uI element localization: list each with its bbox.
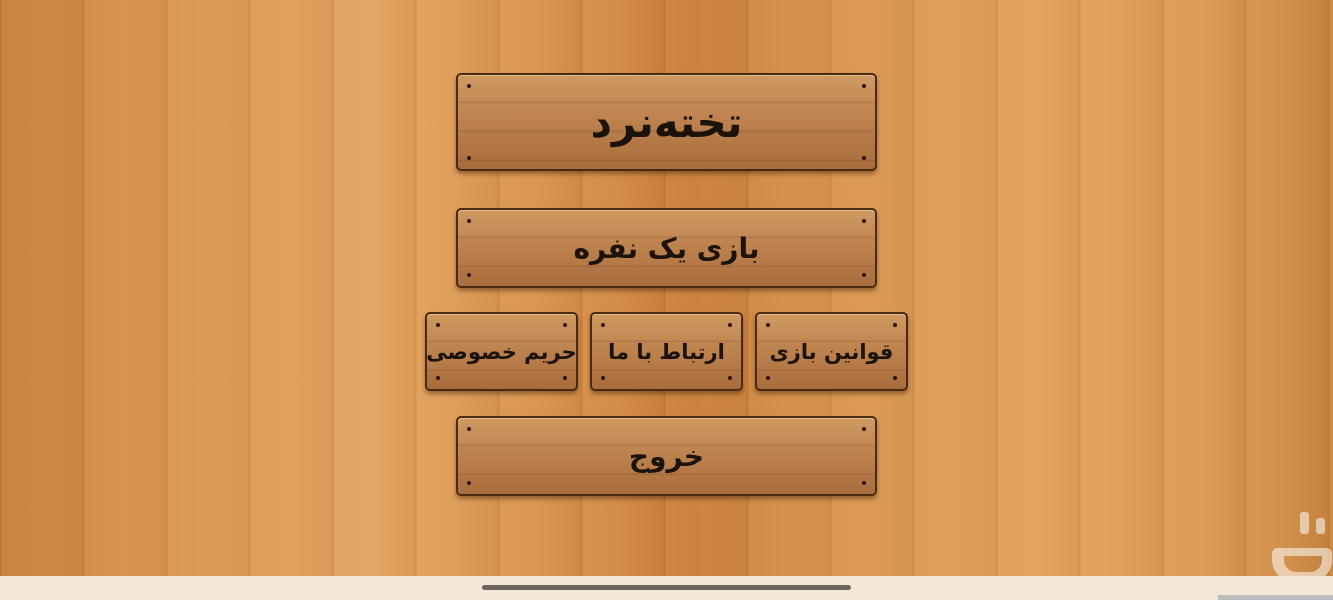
game-rules-label: قوانین بازی xyxy=(769,339,894,364)
nail-icon xyxy=(601,323,605,327)
nail-icon xyxy=(467,273,471,277)
nail-icon xyxy=(467,481,471,485)
exit-button[interactable]: خروج xyxy=(456,416,877,496)
nail-icon xyxy=(436,323,440,327)
nail-icon xyxy=(766,376,770,380)
nail-icon xyxy=(728,376,732,380)
nail-icon xyxy=(563,323,567,327)
nail-icon xyxy=(728,323,732,327)
nail-icon xyxy=(467,427,471,431)
nail-icon xyxy=(862,156,866,160)
title-plank: تخته‌نرد xyxy=(456,73,877,171)
game-rules-button[interactable]: قوانین بازی xyxy=(755,312,908,391)
game-title: تخته‌نرد xyxy=(590,97,743,147)
nail-icon xyxy=(862,481,866,485)
nail-icon xyxy=(862,84,866,88)
nail-icon xyxy=(862,273,866,277)
exit-label: خروج xyxy=(628,439,705,473)
nail-icon xyxy=(862,219,866,223)
privacy-button[interactable]: حریم خصوصی xyxy=(425,312,578,391)
nail-icon xyxy=(601,376,605,380)
contact-us-button[interactable]: ارتباط با ما xyxy=(590,312,743,391)
nail-icon xyxy=(467,219,471,223)
corner-strip xyxy=(1218,595,1333,600)
single-player-label: بازی یک نفره xyxy=(573,231,760,265)
nail-icon xyxy=(436,376,440,380)
nail-icon xyxy=(766,323,770,327)
nail-icon xyxy=(467,84,471,88)
single-player-button[interactable]: بازی یک نفره xyxy=(456,208,877,288)
nail-icon xyxy=(862,427,866,431)
contact-us-label: ارتباط با ما xyxy=(608,339,725,364)
privacy-label: حریم خصوصی xyxy=(426,339,577,364)
home-indicator[interactable] xyxy=(482,585,851,590)
nail-icon xyxy=(893,376,897,380)
nail-icon xyxy=(893,323,897,327)
nail-icon xyxy=(563,376,567,380)
nail-icon xyxy=(467,156,471,160)
